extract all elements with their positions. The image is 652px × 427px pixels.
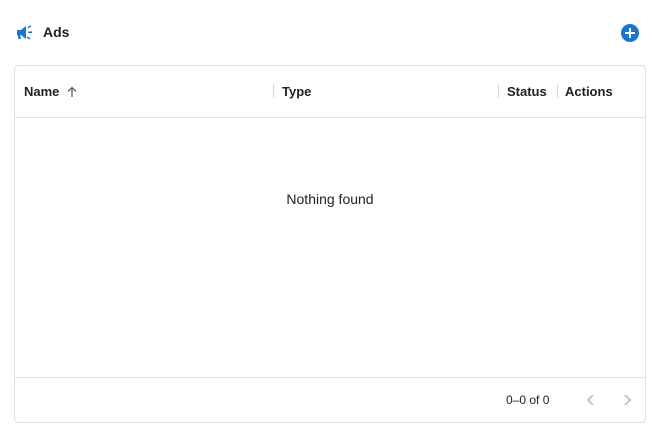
add-ad-button[interactable] <box>619 22 641 44</box>
pagination-range: 0–0 of 0 <box>506 393 550 407</box>
ads-page: Ads Name Type Status Actions Nothing fou… <box>0 0 652 427</box>
column-header-label: Status <box>507 84 547 99</box>
empty-message: Nothing found <box>286 191 374 207</box>
column-header-actions: Actions <box>565 66 635 117</box>
column-header-status[interactable]: Status <box>507 66 557 117</box>
column-header-label: Actions <box>565 84 613 99</box>
ads-table: Name Type Status Actions Nothing found 0… <box>14 65 646 423</box>
column-separator[interactable] <box>273 84 274 98</box>
column-header-label: Name <box>24 84 60 99</box>
add-circle-icon <box>621 24 639 42</box>
next-page-button[interactable] <box>617 390 637 410</box>
table-header: Name Type Status Actions <box>15 66 645 118</box>
previous-page-button[interactable] <box>581 390 601 410</box>
megaphone-icon <box>15 24 35 42</box>
column-header-label: Type <box>282 84 312 99</box>
table-footer: 0–0 of 0 <box>15 377 645 423</box>
column-header-type[interactable]: Type <box>282 66 497 117</box>
chevron-right-icon <box>624 394 632 406</box>
column-separator[interactable] <box>557 84 558 98</box>
column-header-name[interactable]: Name <box>24 66 274 117</box>
sort-ascending-icon[interactable] <box>66 86 78 98</box>
table-body: Nothing found <box>15 118 645 377</box>
chevron-left-icon <box>586 394 594 406</box>
ads-header: Ads <box>0 0 652 64</box>
column-separator[interactable] <box>498 84 499 98</box>
page-title: Ads <box>43 24 70 40</box>
